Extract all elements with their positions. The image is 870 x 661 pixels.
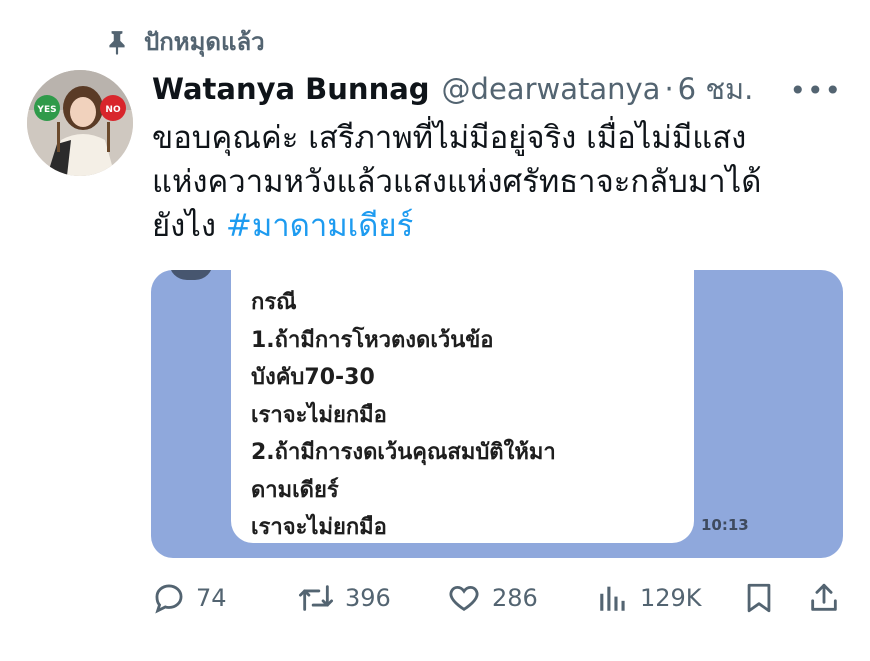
display-name[interactable]: Watanya Bunnag <box>152 72 430 106</box>
tweet-line: ขอบคุณค่ะ เสรีภาพที่ไม่มีอยู่จริง เมื่อไ… <box>152 120 747 156</box>
avatar-sign-yes: YES <box>36 105 56 115</box>
tweet-line-text: ยังไง <box>152 208 217 244</box>
chat-line: เราจะไม่ยกมือ <box>251 515 387 540</box>
like-count: 286 <box>492 584 538 612</box>
pinned-label: ปักหมุดแล้ว <box>144 28 265 56</box>
chat-message-time: 10:13 <box>701 516 749 534</box>
chat-line: เราจะไม่ยกมือ <box>251 402 387 428</box>
more-options-icon[interactable]: ••• <box>789 74 842 107</box>
like-button[interactable]: 286 <box>446 578 538 618</box>
view-count: 129K <box>640 584 702 612</box>
separator-dot: · <box>664 72 674 106</box>
retweet-icon <box>297 581 335 615</box>
chat-text: กรณี 1.ถ้ามีการโหวตงดเว้นข้อ บังคับ70-30… <box>251 284 681 547</box>
tweet-text: ขอบคุณค่ะ เสรีภาพที่ไม่มีอยู่จริง เมื่อไ… <box>152 116 842 248</box>
avatar[interactable]: YES NO <box>27 70 133 176</box>
tweet-line: ยังไง #มาดามเดียร์ <box>152 204 842 248</box>
reply-icon <box>152 581 186 615</box>
media-image[interactable]: กรณี 1.ถ้ามีการโหวตงดเว้นข้อ บังคับ70-30… <box>151 270 843 558</box>
reply-button[interactable]: 74 <box>152 578 227 618</box>
tweet-line: แห่งความหวังแล้วแสงแห่งศรัทธาจะกลับมาได้ <box>152 164 762 200</box>
chat-line: บังคับ70-30 <box>251 365 375 390</box>
chat-line: ดามเดียร์ <box>251 477 339 503</box>
retweet-count: 396 <box>345 584 391 612</box>
share-icon <box>807 580 841 616</box>
timestamp[interactable]: 6 ชม. <box>678 66 754 112</box>
bookmark-button[interactable] <box>742 578 776 618</box>
chat-line: 1.ถ้ามีการโหวตงดเว้นข้อ <box>251 327 494 353</box>
reply-count: 74 <box>196 584 227 612</box>
share-button[interactable] <box>807 578 841 618</box>
chat-avatar-thumb <box>169 270 213 280</box>
tweet-header: Watanya Bunnag @dearwatanya · 6 ชม. ••• <box>152 66 842 112</box>
user-handle[interactable]: @dearwatanya <box>442 72 661 106</box>
retweet-button[interactable]: 396 <box>297 578 391 618</box>
bookmark-icon <box>742 580 776 616</box>
heart-icon <box>446 581 482 615</box>
chat-line: 2.ถ้ามีการงดเว้นคุณสมบัติให้มา <box>251 440 556 465</box>
action-bar: 74 396 286 129K <box>152 578 844 618</box>
avatar-sign-no: NO <box>105 105 121 115</box>
chat-bubble: กรณี 1.ถ้ามีการโหวตงดเว้นข้อ บังคับ70-30… <box>231 270 694 543</box>
pinned-indicator: ปักหมุดแล้ว <box>104 22 265 61</box>
views-icon <box>596 581 630 615</box>
chat-line: กรณี <box>251 290 297 315</box>
pin-icon <box>104 29 130 55</box>
hashtag-link[interactable]: #มาดามเดียร์ <box>226 208 413 244</box>
views-button[interactable]: 129K <box>596 578 702 618</box>
